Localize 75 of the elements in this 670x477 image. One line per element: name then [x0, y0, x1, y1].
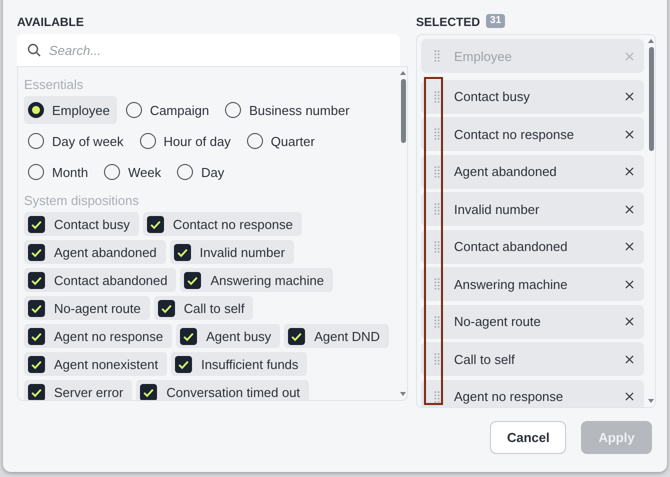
- checkbox[interactable]: [180, 328, 198, 344]
- remove-icon[interactable]: [625, 130, 634, 138]
- radio-option[interactable]: Day: [173, 158, 232, 186]
- radio-option[interactable]: Business number: [221, 96, 357, 124]
- drag-handle-icon: [434, 128, 440, 140]
- remove-icon[interactable]: [625, 317, 634, 326]
- radio-option[interactable]: Hour of day: [136, 127, 238, 155]
- drag-handle-icon: [434, 50, 440, 62]
- radio-option[interactable]: Week: [100, 158, 168, 186]
- drag-handle-icon: [434, 316, 440, 328]
- checkbox[interactable]: [28, 244, 45, 260]
- remove-icon[interactable]: [625, 354, 634, 364]
- group-title: System dispositions: [24, 193, 140, 208]
- selected-item[interactable]: Invalid number: [421, 192, 644, 226]
- radio-option[interactable]: Quarter: [242, 127, 322, 155]
- selected-item[interactable]: No-agent route: [421, 304, 644, 338]
- count-badge: 31: [486, 14, 506, 28]
- checkbox-option[interactable]: Answering machine: [180, 268, 333, 292]
- remove-icon[interactable]: [625, 280, 634, 288]
- selected-item[interactable]: Agent no response: [421, 380, 644, 407]
- checkbox[interactable]: [28, 272, 45, 288]
- radio-option[interactable]: Campaign: [122, 96, 216, 124]
- drag-handle-icon: [434, 203, 440, 215]
- checkbox-option[interactable]: Call to self: [154, 296, 254, 320]
- checkbox-option[interactable]: Contact busy: [24, 212, 139, 236]
- checkbox-option[interactable]: Contact no response: [142, 212, 302, 236]
- checkbox-option[interactable]: Server error: [24, 380, 132, 400]
- selected-item[interactable]: Call to self: [421, 342, 644, 376]
- search-icon: [27, 43, 41, 57]
- checkbox[interactable]: [288, 328, 306, 344]
- checkbox[interactable]: [174, 244, 191, 260]
- checkbox-option[interactable]: Agent no response: [24, 324, 172, 348]
- selected-item[interactable]: Contact no response: [421, 117, 644, 151]
- drag-handle-icon: [434, 90, 440, 102]
- checkbox-option[interactable]: Agent busy: [176, 324, 280, 348]
- checkbox-option[interactable]: Conversation timed out: [136, 380, 310, 400]
- checkbox[interactable]: [146, 216, 164, 232]
- radio-option[interactable]: Day of week: [24, 127, 131, 155]
- checkbox[interactable]: [28, 384, 45, 400]
- checkbox-option[interactable]: Invalid number: [170, 240, 294, 264]
- radio-option[interactable]: Month: [24, 158, 96, 186]
- checkbox-option[interactable]: Insufficient funds: [171, 352, 308, 376]
- section-title: AVAILABLE: [17, 14, 85, 31]
- drag-handle-icon: [434, 278, 440, 290]
- selected-item[interactable]: Agent abandoned: [421, 154, 644, 188]
- drag-handle-icon: [434, 353, 440, 365]
- checkbox-option[interactable]: Contact abandoned: [24, 268, 176, 292]
- radio-option[interactable]: Employee: [24, 96, 117, 124]
- selected-item[interactable]: Answering machine: [421, 267, 644, 301]
- remove-icon[interactable]: [625, 167, 634, 176]
- checkbox-option[interactable]: Agent nonexistent: [24, 352, 168, 376]
- checkbox[interactable]: [28, 300, 45, 316]
- section-title: SELECTED: [416, 14, 480, 30]
- checkbox[interactable]: [184, 272, 202, 288]
- remove-icon[interactable]: [625, 392, 634, 401]
- checkbox-option[interactable]: Agent DND: [284, 324, 389, 348]
- checkbox[interactable]: [175, 356, 192, 372]
- checkbox[interactable]: [140, 384, 158, 400]
- dialog-button[interactable]: Cancel: [490, 421, 566, 454]
- checkbox[interactable]: [158, 300, 175, 316]
- drag-handle-icon: [434, 166, 440, 178]
- checkbox-option[interactable]: No-agent route: [24, 296, 150, 320]
- remove-icon[interactable]: [625, 242, 634, 251]
- selected-item[interactable]: Contact busy: [421, 80, 644, 114]
- checkbox[interactable]: [28, 216, 45, 232]
- selected-item[interactable]: Contact abandoned: [421, 230, 644, 264]
- checkbox[interactable]: [28, 356, 45, 372]
- drag-handle-icon: [434, 390, 440, 402]
- drag-handle-icon: [434, 240, 440, 252]
- search-field[interactable]: Search...: [17, 34, 400, 66]
- checkbox-option[interactable]: Agent abandoned: [24, 240, 166, 264]
- remove-icon[interactable]: [625, 204, 634, 214]
- remove-icon[interactable]: [625, 92, 634, 101]
- group-title: Essentials: [24, 77, 84, 92]
- checkbox[interactable]: [28, 328, 45, 344]
